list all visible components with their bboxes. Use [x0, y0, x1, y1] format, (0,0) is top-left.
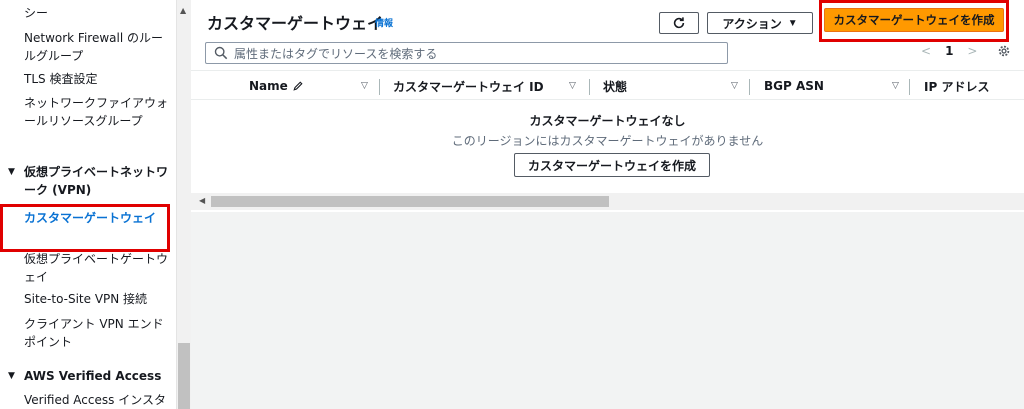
- sidebar-item-label: 仮想プライベートゲートウェイ: [24, 252, 169, 284]
- sidebar-item-label: Verified Access インスタ: [24, 393, 166, 407]
- column-header-state[interactable]: 状態 ▽: [603, 71, 753, 101]
- pagination-next-button[interactable]: >: [967, 44, 977, 58]
- sort-icon[interactable]: ▽: [569, 81, 576, 91]
- scrollbar-thumb[interactable]: [178, 343, 190, 409]
- table-header: Name ▽ カスタマーゲートウェイ ID ▽ 状態 ▽ BGP ASN ▽ I…: [191, 70, 1024, 100]
- sidebar-item-tls-inspection[interactable]: TLS 検査設定: [24, 70, 174, 88]
- sidebar-item-truncated[interactable]: シー: [24, 4, 174, 22]
- sidebar-section-label: 仮想プライベートネットワーク (VPN): [24, 165, 169, 197]
- sort-icon[interactable]: ▽: [892, 81, 899, 91]
- column-divider: [909, 79, 910, 95]
- pagination-page-number[interactable]: 1: [945, 44, 953, 58]
- caret-down-icon: ▼: [8, 167, 15, 177]
- pagination: < 1 >: [921, 44, 977, 58]
- column-header-label: IP アドレス: [924, 79, 990, 94]
- scrollbar-thumb[interactable]: [211, 196, 609, 207]
- main-content: カスタマーゲートウェイ 情報 アクション ▼ カスタマーゲートウェイを作成 属性…: [191, 0, 1024, 409]
- highlight-box-sidebar: [0, 204, 170, 252]
- sidebar-item-verified-access-instances[interactable]: Verified Access インスタ: [24, 391, 174, 409]
- column-header-label: カスタマーゲートウェイ ID: [393, 79, 544, 94]
- column-header-label: Name: [249, 79, 288, 93]
- refresh-button[interactable]: [659, 12, 699, 34]
- search-placeholder: 属性またはタグでリソースを検索する: [234, 46, 438, 61]
- pencil-icon: [293, 81, 303, 91]
- sidebar-nav: シー Network Firewall のルールグループ TLS 検査設定 ネッ…: [0, 0, 176, 409]
- caret-down-icon: ▼: [8, 371, 15, 381]
- sidebar-section-label: AWS Verified Access: [24, 369, 162, 383]
- highlight-box-create-button: [819, 0, 1009, 42]
- column-divider: [589, 79, 590, 95]
- sidebar-item-firewall-resource-groups[interactable]: ネットワークファイアウォールリソースグループ: [24, 94, 174, 130]
- gear-icon[interactable]: [997, 44, 1011, 58]
- caret-down-icon: ▼: [787, 17, 798, 29]
- page-title: カスタマーゲートウェイ: [207, 14, 384, 33]
- search-icon: [214, 46, 228, 60]
- actions-label: アクション: [722, 16, 782, 31]
- sidebar-item-client-vpn-endpoints[interactable]: クライアント VPN エンドポイント: [24, 315, 174, 351]
- empty-state-description: このリージョンにはカスタマーゲートウェイがありません: [451, 134, 764, 148]
- scroll-left-icon[interactable]: ◀: [199, 196, 205, 205]
- sidebar-item-label: TLS 検査設定: [24, 72, 98, 86]
- sidebar-scrollbar[interactable]: ▲: [176, 0, 191, 409]
- sidebar-section-vpn[interactable]: ▼ 仮想プライベートネットワーク (VPN): [8, 163, 174, 199]
- sidebar-item-label: クライアント VPN エンドポイント: [24, 317, 164, 349]
- sidebar-item-label: Site-to-Site VPN 接続: [24, 292, 148, 306]
- sidebar-item-label: シー: [24, 6, 49, 20]
- column-header-customer-gateway-id[interactable]: カスタマーゲートウェイ ID ▽: [393, 71, 603, 101]
- sidebar-item-virtual-private-gateways[interactable]: 仮想プライベートゲートウェイ: [24, 250, 174, 286]
- sidebar-item-network-firewall-rule-groups[interactable]: Network Firewall のルールグループ: [24, 29, 174, 65]
- sort-icon[interactable]: ▽: [731, 81, 738, 91]
- search-input[interactable]: 属性またはタグでリソースを検索する: [205, 42, 728, 64]
- sort-icon[interactable]: ▽: [361, 81, 368, 91]
- column-header-label: 状態: [603, 79, 628, 94]
- column-header-name[interactable]: Name ▽: [249, 71, 379, 101]
- sidebar-section-verified-access[interactable]: ▼ AWS Verified Access: [8, 367, 174, 385]
- sidebar-item-label: ネットワークファイアウォールリソースグループ: [24, 96, 169, 128]
- content-background: [191, 212, 1024, 409]
- column-header-bgp-asn[interactable]: BGP ASN ▽: [764, 71, 909, 101]
- refresh-icon: [673, 17, 685, 29]
- empty-state-title: カスタマーゲートウェイなし: [529, 114, 686, 128]
- column-header-label: BGP ASN: [764, 79, 824, 93]
- column-divider: [379, 79, 380, 95]
- info-link[interactable]: 情報: [375, 16, 393, 29]
- pagination-prev-button[interactable]: <: [921, 44, 931, 58]
- sidebar-item-site-to-site-vpn[interactable]: Site-to-Site VPN 接続: [24, 290, 174, 308]
- actions-dropdown-button[interactable]: アクション ▼: [707, 12, 813, 34]
- empty-state-create-button[interactable]: カスタマーゲートウェイを作成: [514, 153, 710, 177]
- scroll-up-icon[interactable]: ▲: [180, 6, 186, 15]
- column-header-ip-address[interactable]: IP アドレス: [924, 71, 1024, 101]
- sidebar-item-label: Network Firewall のルールグループ: [24, 31, 163, 63]
- column-divider: [749, 79, 750, 95]
- table-horizontal-scrollbar[interactable]: ◀: [191, 193, 1024, 210]
